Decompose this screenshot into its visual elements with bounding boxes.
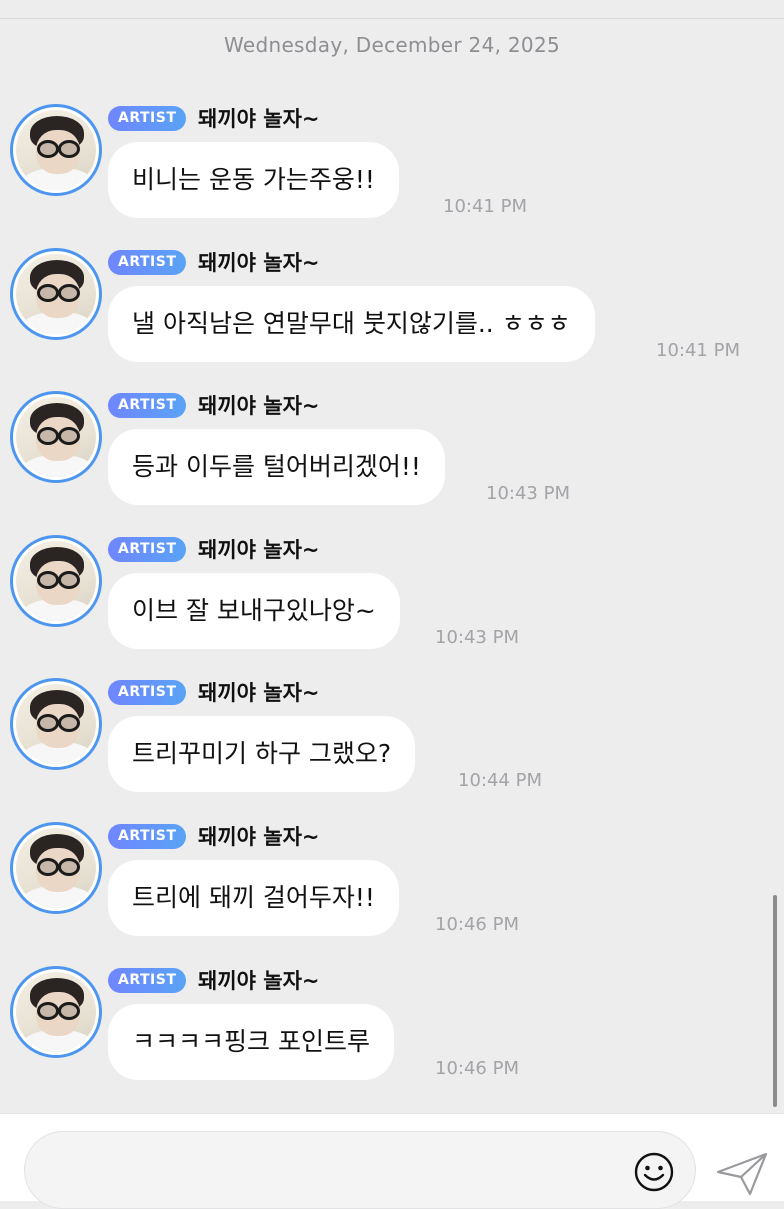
artist-avatar[interactable] (10, 966, 102, 1058)
message-row: ARTIST 돼끼야 놀자~ 이브 잘 보내구있나앙~ 10:43 PM (0, 535, 784, 665)
chat-scrollbar[interactable] (773, 895, 777, 1107)
message-bubble[interactable]: 트리에 돼끼 걸어두자!! (108, 860, 399, 936)
message-time: 10:41 PM (656, 340, 740, 361)
message-composer (0, 1113, 784, 1209)
artist-badge: ARTIST (108, 537, 187, 562)
artist-avatar[interactable] (10, 104, 102, 196)
message-row: ARTIST 돼끼야 놀자~ 트리에 돼끼 걸어두자!! 10:46 PM (0, 822, 784, 952)
smiley-face-icon[interactable] (632, 1150, 676, 1194)
message-bubble[interactable]: 비니는 운동 가는주웅!! (108, 142, 399, 218)
sender-name[interactable]: 돼끼야 놀자~ (198, 248, 320, 278)
artist-avatar[interactable] (10, 391, 102, 483)
artist-badge: ARTIST (108, 393, 187, 418)
message-bubble[interactable]: 등과 이두를 털어버리겠어!! (108, 429, 445, 505)
message-row: ARTIST 돼끼야 놀자~ 등과 이두를 털어버리겠어!! 10:43 PM (0, 391, 784, 521)
message-input[interactable] (24, 1131, 696, 1209)
message-row: ARTIST 돼끼야 놀자~ 비니는 운동 가는주웅!! 10:41 PM (0, 104, 784, 234)
message-row: ARTIST 돼끼야 놀자~ ㅋㅋㅋㅋ핑크 포인트루 10:46 PM (0, 966, 784, 1096)
sender-name[interactable]: 돼끼야 놀자~ (198, 391, 320, 421)
message-time: 10:41 PM (443, 196, 527, 217)
message-bubble[interactable]: 트리꾸미기 하구 그랬오? (108, 716, 416, 792)
artist-avatar[interactable] (10, 678, 102, 770)
message-time: 10:46 PM (435, 914, 519, 935)
message-time: 10:44 PM (458, 770, 542, 791)
message-row: ARTIST 돼끼야 놀자~ 낼 아직남은 연말무대 붓지않기를.. ㅎㅎㅎ 1… (0, 248, 784, 378)
artist-badge: ARTIST (108, 250, 187, 275)
artist-avatar[interactable] (10, 822, 102, 914)
message-bubble[interactable]: 낼 아직남은 연말무대 붓지않기를.. ㅎㅎㅎ (108, 286, 595, 362)
top-divider (0, 18, 784, 19)
message-row: ARTIST 돼끼야 놀자~ 트리꾸미기 하구 그랬오? 10:44 PM (0, 678, 784, 808)
artist-badge: ARTIST (108, 680, 187, 705)
message-time: 10:46 PM (435, 1058, 519, 1079)
sender-name[interactable]: 돼끼야 놀자~ (198, 822, 320, 852)
artist-avatar[interactable] (10, 535, 102, 627)
sender-name[interactable]: 돼끼야 놀자~ (198, 678, 320, 708)
artist-avatar[interactable] (10, 248, 102, 340)
message-time: 10:43 PM (486, 483, 570, 504)
message-bubble[interactable]: 이브 잘 보내구있나앙~ (108, 573, 400, 649)
date-separator: Wednesday, December 24, 2025 (223, 33, 561, 57)
sender-name[interactable]: 돼끼야 놀자~ (198, 535, 320, 565)
paper-plane-icon[interactable] (714, 1150, 770, 1198)
sender-name[interactable]: 돼끼야 놀자~ (198, 104, 320, 134)
artist-badge: ARTIST (108, 106, 187, 131)
message-time: 10:43 PM (435, 627, 519, 648)
artist-badge: ARTIST (108, 824, 187, 849)
sender-name[interactable]: 돼끼야 놀자~ (198, 966, 320, 996)
artist-badge: ARTIST (108, 968, 187, 993)
message-bubble[interactable]: ㅋㅋㅋㅋ핑크 포인트루 (108, 1004, 394, 1080)
